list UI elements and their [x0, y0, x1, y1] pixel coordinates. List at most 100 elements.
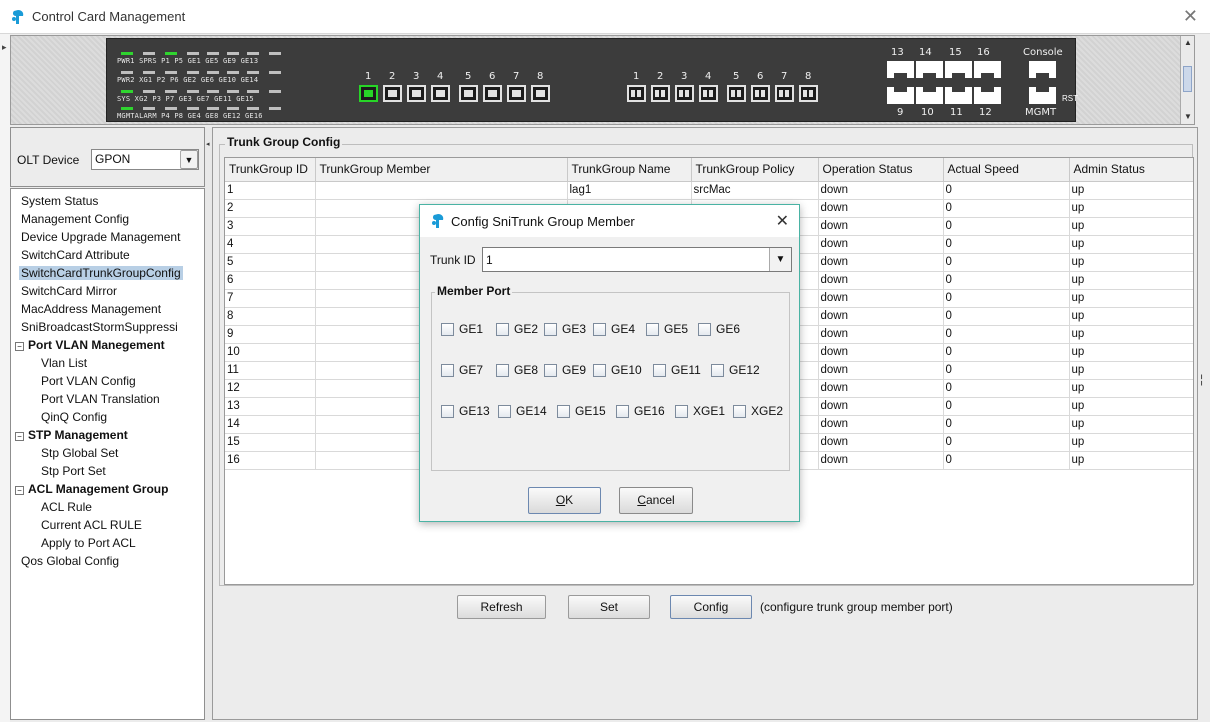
- nav-group-port-vlan[interactable]: − Port VLAN Manegement: [15, 337, 165, 354]
- nav-item-apply-to-port-acl[interactable]: Apply to Port ACL: [41, 535, 136, 552]
- checkbox-ge16[interactable]: GE16: [616, 404, 665, 420]
- table-cell[interactable]: 11: [225, 361, 316, 380]
- table-cell[interactable]: up: [1069, 235, 1193, 254]
- rj45-port-11[interactable]: [945, 87, 972, 104]
- nav-item-switchcard-trunk-group-config[interactable]: SwitchCardTrunkGroupConfig: [19, 265, 183, 282]
- table-cell[interactable]: 15: [225, 433, 316, 452]
- column-header-admin-status[interactable]: Admin Status: [1069, 158, 1193, 182]
- column-header-actual-speed[interactable]: Actual Speed: [943, 158, 1070, 182]
- table-cell[interactable]: 0: [943, 235, 1070, 254]
- table-cell[interactable]: 0: [943, 433, 1070, 452]
- column-header-member[interactable]: TrunkGroup Member: [315, 158, 568, 182]
- table-cell[interactable]: up: [1069, 361, 1193, 380]
- table-cell[interactable]: down: [818, 271, 944, 290]
- scroll-up-arrow-icon[interactable]: ▲: [1184, 38, 1192, 47]
- table-cell[interactable]: up: [1069, 379, 1193, 398]
- sfp-b-port-2[interactable]: [651, 85, 670, 102]
- window-close-button[interactable]: ✕: [1183, 6, 1198, 26]
- table-cell[interactable]: up: [1069, 325, 1193, 344]
- rj45-port-14[interactable]: [916, 61, 943, 78]
- table-cell[interactable]: 0: [943, 217, 1070, 236]
- table-cell[interactable]: down: [818, 181, 944, 200]
- rj45-port-15[interactable]: [945, 61, 972, 78]
- table-cell[interactable]: down: [818, 361, 944, 380]
- right-edge-resize-handle[interactable]: ¦: [1200, 372, 1203, 386]
- column-header-name[interactable]: TrunkGroup Name: [567, 158, 692, 182]
- ok-button[interactable]: OK: [528, 487, 601, 514]
- table-cell[interactable]: 1: [225, 181, 316, 200]
- checkbox-ge15[interactable]: GE15: [557, 404, 606, 420]
- checkbox-ge2[interactable]: GE2: [496, 322, 538, 338]
- checkbox-xge1[interactable]: XGE1: [675, 404, 725, 420]
- nav-item-vlan-list[interactable]: Vlan List: [41, 355, 87, 372]
- nav-item-qinq-config[interactable]: QinQ Config: [41, 409, 107, 426]
- table-cell[interactable]: 0: [943, 361, 1070, 380]
- table-cell[interactable]: 0: [943, 181, 1070, 200]
- nav-item-sni-broadcast-storm[interactable]: SniBroadcastStormSuppressi: [21, 319, 178, 336]
- cancel-button[interactable]: Cancel: [619, 487, 693, 514]
- table-cell[interactable]: down: [818, 343, 944, 362]
- checkbox-ge11[interactable]: GE11: [653, 363, 701, 379]
- sfp-b-port-7[interactable]: [775, 85, 794, 102]
- sfp-b-port-4[interactable]: [699, 85, 718, 102]
- nav-item-acl-rule[interactable]: ACL Rule: [41, 499, 92, 516]
- collapse-icon[interactable]: −: [15, 432, 24, 441]
- checkbox-ge3[interactable]: GE3: [544, 322, 586, 338]
- nav-item-switchcard-attribute[interactable]: SwitchCard Attribute: [21, 247, 130, 264]
- sfp-a-port-3[interactable]: [407, 85, 426, 102]
- table-cell[interactable]: 3: [225, 217, 316, 236]
- splitter-arrow-icon[interactable]: ◂: [206, 140, 210, 148]
- sfp-a-port-2[interactable]: [383, 85, 402, 102]
- sfp-b-port-8[interactable]: [799, 85, 818, 102]
- device-panel-scrollbar[interactable]: ▲ ▼: [1180, 36, 1194, 124]
- rj45-port-9[interactable]: [887, 87, 914, 104]
- nav-item-device-upgrade[interactable]: Device Upgrade Management: [21, 229, 180, 246]
- table-cell[interactable]: down: [818, 379, 944, 398]
- sfp-b-port-1[interactable]: [627, 85, 646, 102]
- table-cell[interactable]: 0: [943, 271, 1070, 290]
- set-button[interactable]: Set: [568, 595, 650, 619]
- table-cell[interactable]: down: [818, 199, 944, 218]
- table-cell[interactable]: 13: [225, 397, 316, 416]
- nav-item-current-acl-rule[interactable]: Current ACL RULE: [41, 517, 142, 534]
- table-cell[interactable]: up: [1069, 433, 1193, 452]
- checkbox-ge12[interactable]: GE12: [711, 363, 760, 379]
- table-cell[interactable]: 12: [225, 379, 316, 398]
- sfp-a-port-7[interactable]: [507, 85, 526, 102]
- table-cell[interactable]: up: [1069, 289, 1193, 308]
- table-cell[interactable]: 0: [943, 379, 1070, 398]
- table-cell[interactable]: down: [818, 451, 944, 470]
- nav-item-stp-port-set[interactable]: Stp Port Set: [41, 463, 106, 480]
- nav-item-port-vlan-translation[interactable]: Port VLAN Translation: [41, 391, 160, 408]
- nav-item-macaddress-management[interactable]: MacAddress Management: [21, 301, 161, 318]
- column-header-id[interactable]: TrunkGroup ID: [225, 158, 316, 182]
- table-cell[interactable]: 0: [943, 253, 1070, 272]
- collapse-icon[interactable]: −: [15, 486, 24, 495]
- table-cell[interactable]: up: [1069, 397, 1193, 416]
- chevron-down-icon[interactable]: ▼: [769, 248, 791, 271]
- table-cell[interactable]: up: [1069, 415, 1193, 434]
- panel-splitter[interactable]: ◂: [205, 127, 212, 720]
- table-cell[interactable]: down: [818, 307, 944, 326]
- column-header-operation-status[interactable]: Operation Status: [818, 158, 944, 182]
- checkbox-ge1[interactable]: GE1: [441, 322, 483, 338]
- trunk-id-select[interactable]: 1 ▼: [482, 247, 792, 272]
- table-cell[interactable]: down: [818, 325, 944, 344]
- table-row[interactable]: 1 lag1 srcMac down 0 up: [225, 181, 1193, 200]
- chevron-down-icon[interactable]: ▼: [180, 150, 198, 169]
- refresh-button[interactable]: Refresh: [457, 595, 546, 619]
- table-cell[interactable]: 10: [225, 343, 316, 362]
- table-cell[interactable]: 0: [943, 415, 1070, 434]
- table-cell[interactable]: down: [818, 217, 944, 236]
- table-cell[interactable]: down: [818, 235, 944, 254]
- table-cell[interactable]: 2: [225, 199, 316, 218]
- nav-group-stp[interactable]: − STP Management: [15, 427, 128, 444]
- table-cell[interactable]: 7: [225, 289, 316, 308]
- table-cell[interactable]: down: [818, 415, 944, 434]
- table-cell[interactable]: 9: [225, 325, 316, 344]
- checkbox-xge2[interactable]: XGE2: [733, 404, 783, 420]
- table-cell[interactable]: lag1: [567, 181, 692, 200]
- table-cell[interactable]: 8: [225, 307, 316, 326]
- rj45-port-16[interactable]: [974, 61, 1001, 78]
- table-cell[interactable]: 4: [225, 235, 316, 254]
